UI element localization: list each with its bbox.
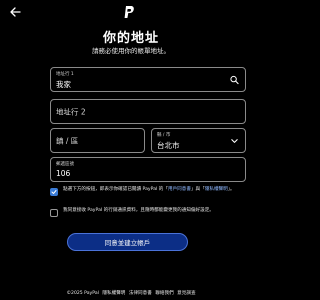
marketing-checkbox[interactable] [50, 209, 58, 217]
privacy-statement-link[interactable]: 隱私權聲明 [205, 187, 228, 192]
address-line-1-field[interactable]: 地址行 1 我家 [50, 67, 246, 92]
postal-code-value: 106 [56, 169, 71, 178]
terms-text-mid: 」與「 [190, 187, 205, 192]
footer-copyright: ©2025 PayPal [66, 291, 99, 296]
postal-code-field[interactable]: 郵遞區號 106 [50, 157, 246, 182]
user-agreement-link[interactable]: 用戶同意書 [168, 187, 191, 192]
address-line-1-value: 我家 [56, 80, 71, 89]
footer-link-privacy[interactable]: 隱私權聲明 [102, 291, 125, 296]
postal-code-label: 郵遞區號 [56, 162, 74, 167]
agree-and-create-account-button[interactable]: 同意並建立帳戶 [67, 233, 188, 251]
marketing-consent-row: 我同意接收 PayPal 的行銷通訊資料，且隨時都能變更我的通知偏好設定。 [50, 208, 250, 217]
arrow-left-icon[interactable] [9, 6, 21, 18]
terms-checkbox[interactable] [50, 188, 58, 196]
page-title: 你的地址 [102, 31, 159, 46]
footer-link-legal[interactable]: 法律同意書 [129, 291, 152, 296]
address-line-2-placeholder: 地址行 2 [56, 107, 86, 116]
paypal-logo-icon [124, 6, 134, 18]
city-label: 縣 / 市 [157, 133, 171, 138]
checkmark-icon [51, 190, 57, 194]
terms-text-before: 點選下方的按鈕，即表示你確認已閱讀 PayPal 的「 [63, 187, 168, 192]
page-subtitle: 請務必使用你的帳單地址。 [92, 47, 170, 55]
search-icon[interactable] [230, 75, 239, 84]
footer-link-contact[interactable]: 聯絡我們 [155, 291, 173, 296]
city-select[interactable]: 縣 / 市 台北市 [151, 128, 246, 153]
district-field[interactable]: 鎮 / 區 [50, 128, 145, 153]
city-value: 台北市 [157, 141, 180, 150]
district-placeholder: 鎮 / 區 [56, 136, 79, 145]
terms-consent-row: 點選下方的按鈕，即表示你確認已閱讀 PayPal 的「用戶同意書」與「隱私權聲明… [50, 187, 250, 196]
address-line-1-label: 地址行 1 [56, 72, 74, 77]
address-line-2-field[interactable]: 地址行 2 [50, 99, 246, 124]
footer-link-feedback[interactable]: 意見調查 [177, 291, 195, 296]
terms-text-after: 」。 [227, 187, 235, 192]
footer: ©2025 PayPal 隱私權聲明 法律同意書 聯絡我們 意見調查 [0, 290, 262, 296]
marketing-consent-text: 我同意接收 PayPal 的行銷通訊資料，且隨時都能變更我的通知偏好設定。 [63, 208, 214, 213]
chevron-down-icon [231, 138, 238, 143]
terms-consent-text: 點選下方的按鈕，即表示你確認已閱讀 PayPal 的「用戶同意書」與「隱私權聲明… [63, 187, 235, 194]
